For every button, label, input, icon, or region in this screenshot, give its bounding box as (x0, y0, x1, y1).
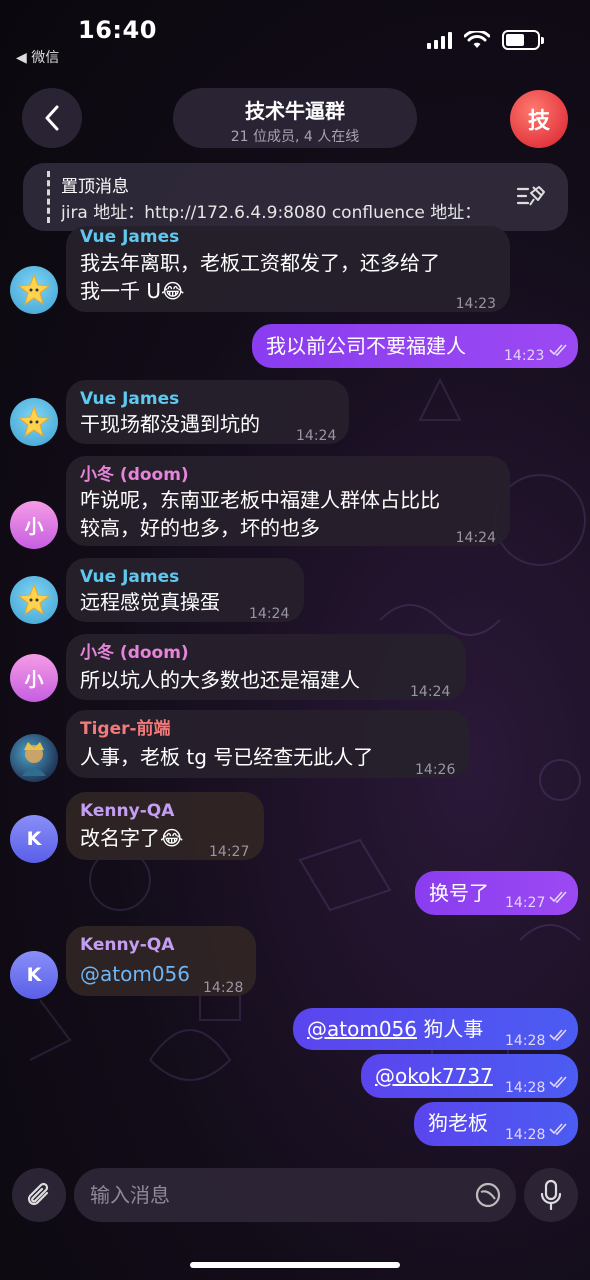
message-bubble[interactable]: 小冬 (doom) 咋说呢，东南亚老板中福建人群体占比比 较高，好的也多，坏的也多… (66, 456, 510, 546)
microphone-icon (540, 1179, 562, 1211)
message-text: @atom056 狗人事 (307, 1017, 484, 1041)
status-bar: 16:40 ◀ 微信 (0, 0, 590, 70)
message-bubble[interactable]: 我以前公司不要福建人 14:23 (252, 324, 578, 368)
chevron-left-icon (45, 105, 59, 131)
message-text: @okok7737 (375, 1062, 493, 1090)
microphone-button[interactable] (524, 1168, 578, 1222)
message-bubble[interactable]: Tiger-前端 人事，老板 tg 号已经查无此人了 14:26 (66, 710, 470, 778)
message-bubble[interactable]: @atom056 狗人事 14:28 (293, 1008, 578, 1050)
chat-title: 技术牛逼群 (245, 99, 345, 123)
paperclip-icon (27, 1182, 49, 1206)
message-time: 14:24 (455, 530, 496, 546)
message-text: 我以前公司不要福建人 (266, 334, 466, 358)
star-face-icon (17, 405, 51, 438)
star-face-icon (17, 273, 51, 306)
home-indicator[interactable] (190, 1262, 400, 1268)
attach-button[interactable] (12, 1168, 66, 1222)
pinned-message-bar[interactable]: 置顶消息 jira 地址：http://172.6.4.9:8080 confl… (23, 163, 568, 231)
member-count: 21 位成员, 4 人在线 (230, 129, 360, 145)
mention-link[interactable]: @okok7737 (375, 1064, 493, 1088)
mention-link[interactable]: @atom056 (80, 960, 190, 988)
message-time: 14:28 (505, 1080, 546, 1096)
message-time: 14:23 (504, 348, 545, 364)
message-time: 14:26 (415, 762, 456, 778)
message-time: 14:28 (505, 1033, 546, 1049)
back-button[interactable] (22, 88, 82, 148)
avatar[interactable]: K (10, 951, 58, 999)
message-text: 远程感觉真操蛋 (80, 590, 220, 614)
message-bubble[interactable]: 狗老板 14:28 (414, 1102, 578, 1146)
message-text: 我去年离职，老板工资都发了，还多给了 我一千 U😂 (80, 251, 440, 303)
message-bubble[interactable]: 换号了 14:27 (415, 871, 578, 915)
sticker-icon[interactable] (474, 1181, 502, 1209)
sender-name: Tiger-前端 (80, 719, 171, 739)
status-time: 16:40 (78, 16, 157, 44)
back-to-app-link[interactable]: ◀ 微信 (16, 47, 59, 67)
message-text: 改名字了😂 (80, 826, 184, 850)
avatar[interactable] (10, 398, 58, 446)
sender-name: Kenny-QA (80, 935, 175, 955)
message-time: 14:28 (505, 1127, 546, 1143)
message-bubble[interactable]: Vue James 远程感觉真操蛋 14:24 (66, 558, 304, 622)
message-bubble[interactable]: @okok7737 14:28 (361, 1054, 578, 1098)
cellular-signal-icon (427, 31, 452, 49)
character-avatar-icon (22, 742, 46, 776)
pinned-text: jira 地址：http://172.6.4.9:8080 confluence… (61, 203, 482, 223)
sender-name: Vue James (80, 389, 180, 409)
message-bubble[interactable]: Kenny-QA 改名字了😂 14:27 (66, 792, 264, 860)
message-time: 14:27 (209, 844, 250, 860)
message-time: 14:27 (505, 895, 546, 911)
avatar[interactable] (10, 576, 58, 624)
pinned-indicator (47, 171, 50, 223)
avatar[interactable]: K (10, 815, 58, 863)
message-text: 所以坑人的大多数也还是福建人 (80, 668, 360, 692)
wifi-icon (464, 31, 490, 48)
read-checkmarks-icon (549, 344, 567, 356)
laugh-emoji: 😂 (160, 826, 184, 850)
laugh-emoji: 😂 (161, 279, 185, 303)
sender-name: Vue James (80, 567, 180, 587)
avatar[interactable] (10, 734, 58, 782)
read-checkmarks-icon (549, 1076, 567, 1088)
message-text: 狗老板 (428, 1111, 488, 1135)
avatar[interactable] (10, 266, 58, 314)
message-text: 换号了 (429, 881, 489, 905)
message-bubble[interactable]: Kenny-QA @atom056 14:28 (66, 926, 256, 996)
message-bubble[interactable]: Vue James 干现场都没遇到坑的 14:24 (66, 380, 349, 444)
sender-name: Vue James (80, 227, 180, 247)
pinned-title: 置顶消息 (61, 177, 129, 197)
message-input-field[interactable] (74, 1168, 516, 1222)
message-text: 人事，老板 tg 号已经查无此人了 (80, 745, 374, 769)
star-face-icon (17, 583, 51, 616)
sender-name: Kenny-QA (80, 801, 175, 821)
message-bubble[interactable]: Vue James 我去年离职，老板工资都发了，还多给了 我一千 U😂 14:23 (66, 226, 510, 312)
message-time: 14:24 (296, 428, 337, 444)
message-bubble[interactable]: 小冬 (doom) 所以坑人的大多数也还是福建人 14:24 (66, 634, 466, 700)
sender-name: 小冬 (doom) (80, 465, 189, 485)
chat-title-button[interactable]: 技术牛逼群 21 位成员, 4 人在线 (173, 88, 417, 148)
message-time: 14:24 (249, 606, 290, 622)
battery-icon (502, 30, 544, 50)
message-text: 咋说呢，东南亚老板中福建人群体占比比 较高，好的也多，坏的也多 (80, 488, 440, 540)
read-checkmarks-icon (549, 891, 567, 903)
avatar[interactable]: 小 (10, 501, 58, 549)
message-time: 14:28 (203, 980, 244, 996)
message-input[interactable] (90, 1180, 460, 1210)
sender-name: 小冬 (doom) (80, 643, 189, 663)
read-checkmarks-icon (549, 1029, 567, 1041)
message-time: 14:24 (410, 684, 451, 700)
message-text: 干现场都没遇到坑的 (80, 412, 260, 436)
message-time: 14:23 (455, 296, 496, 312)
group-avatar[interactable]: 技 (510, 90, 568, 148)
avatar[interactable]: 小 (10, 654, 58, 702)
read-checkmarks-icon (549, 1123, 567, 1135)
pin-list-icon[interactable] (516, 183, 546, 209)
mention-link[interactable]: @atom056 (307, 1017, 417, 1041)
